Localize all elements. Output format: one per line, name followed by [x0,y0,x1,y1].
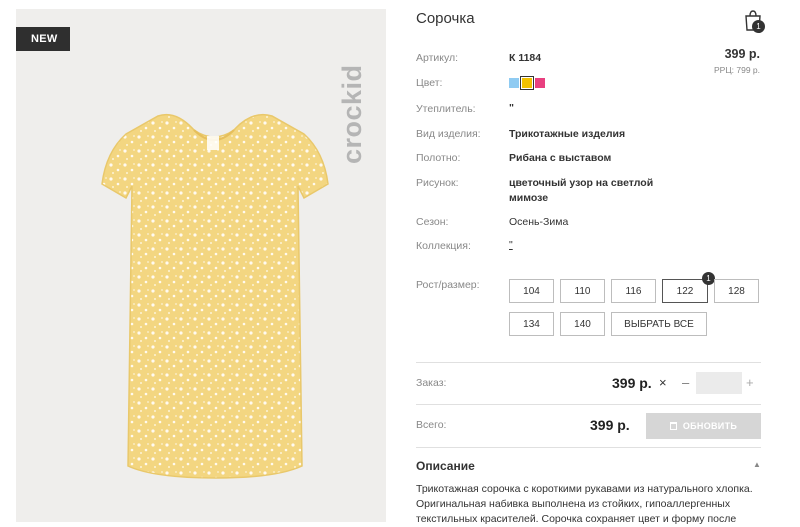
divider [416,447,761,448]
remove-icon[interactable]: × [659,375,667,390]
dress-image [66,106,356,486]
color-swatch-pink[interactable] [535,78,545,88]
price: 399 р. [724,47,760,61]
qty-minus-button[interactable]: – [682,375,689,390]
size-option-122[interactable]: 122 [662,279,708,303]
article-label: Артикул: [416,52,459,64]
type-label: Вид изделия: [416,128,481,140]
insulation-label: Утеплитель: [416,103,476,115]
color-swatches [509,76,545,90]
divider [416,362,761,363]
cart-count-badge: 1 [752,20,765,33]
pattern-value: цветочный узор на светлой мимозе [509,177,654,204]
collection-value[interactable]: " [509,238,513,253]
new-badge: NEW [16,27,70,51]
order-price: 399 р. [612,375,652,391]
size-option-116[interactable]: 116 [611,279,656,303]
update-button-label: ОБНОВИТЬ [682,421,738,431]
collapse-arrow-icon[interactable]: ▲ [753,460,761,469]
color-swatch-yellow[interactable] [520,76,534,90]
color-label: Цвет: [416,77,443,89]
size-option-140[interactable]: 140 [560,312,605,336]
size-option-134[interactable]: 134 [509,312,554,336]
description-title[interactable]: Описание [416,459,475,473]
rrp-price: РРЦ: 799 р. [714,65,760,75]
season-label: Сезон: [416,216,449,228]
size-option-128[interactable]: 128 [714,279,759,303]
quantity-input[interactable] [696,372,742,394]
description-text: Трикотажная сорочка с короткими рукавами… [416,483,753,525]
total-price: 399 р. [590,417,630,433]
type-value: Трикотажные изделия [509,128,626,140]
select-all-button[interactable]: ВЫБРАТЬ ВСЕ [611,312,707,336]
total-label: Всего: [416,419,447,431]
update-button[interactable]: ОБНОВИТЬ [646,413,761,439]
insulation-value: " [509,102,514,114]
size-option-104[interactable]: 104 [509,279,554,303]
article-value: К 1184 [509,52,542,64]
fabric-value: Рибана с выставом [509,152,612,164]
pattern-label: Рисунок: [416,177,459,189]
size-option-110[interactable]: 110 [560,279,605,303]
order-label: Заказ: [416,377,447,389]
size-label: Рост/размер: [416,279,480,291]
collection-label: Коллекция: [416,240,471,252]
fabric-label: Полотно: [416,152,461,164]
divider [416,404,761,405]
qty-plus-button[interactable]: + [746,375,754,390]
product-title: Сорочка [416,10,475,27]
cart-small-icon [669,422,677,430]
season-value: Осень-Зима [509,216,569,228]
product-photo[interactable]: NEW crockid [16,9,386,522]
color-swatch-blue[interactable] [509,78,519,88]
